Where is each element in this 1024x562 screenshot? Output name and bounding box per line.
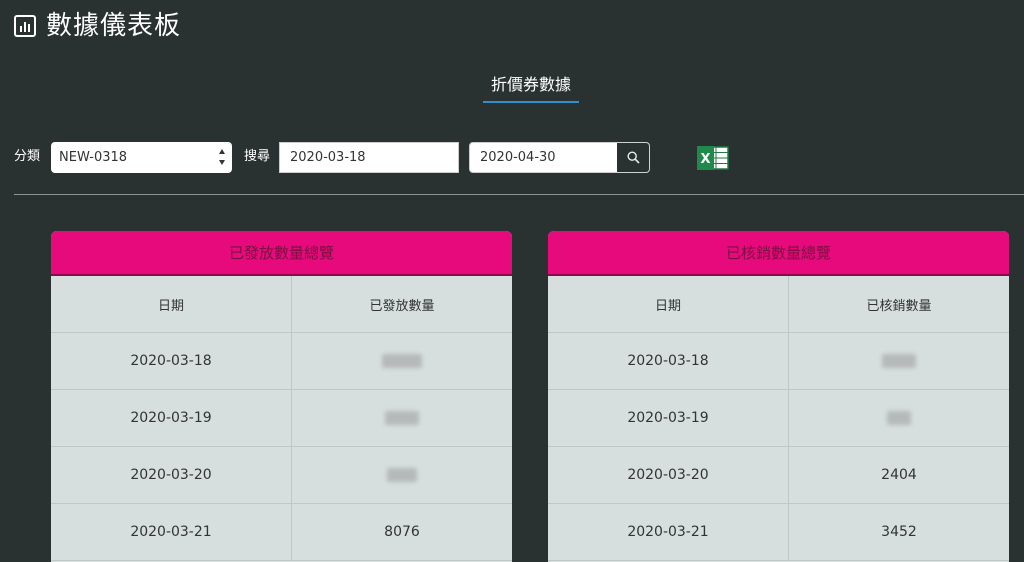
search-icon xyxy=(626,151,640,164)
table-row: 2020-03-21 3452 xyxy=(548,503,1009,561)
date-cell: 2020-03-21 xyxy=(51,503,292,561)
redeemed-table: 日期 已核銷數量 2020-03-18 2020-03-19 2020-03-2… xyxy=(548,276,1009,561)
column-header-date: 日期 xyxy=(548,276,789,333)
date-cell: 2020-03-20 xyxy=(548,446,789,504)
value-cell-redacted xyxy=(291,332,512,390)
filter-divider xyxy=(14,194,1024,195)
redeemed-summary-panel: 已核銷數量總覽 日期 已核銷數量 2020-03-18 2020-03-19 2… xyxy=(548,231,1009,562)
page-header: 數據儀表板 xyxy=(14,8,181,44)
category-label: 分類 xyxy=(14,149,41,164)
value-cell-redacted xyxy=(291,446,512,504)
column-header-redeemed: 已核銷數量 xyxy=(788,276,1009,333)
issued-summary-panel: 已發放數量總覽 日期 已發放數量 2020-03-18 2020-03-19 2… xyxy=(51,231,512,562)
date-cell: 2020-03-19 xyxy=(548,389,789,447)
start-date-input[interactable] xyxy=(279,142,459,173)
date-cell: 2020-03-19 xyxy=(51,389,292,447)
search-label: 搜尋 xyxy=(244,149,271,164)
select-arrows-icon xyxy=(218,149,226,165)
redacted-value xyxy=(882,354,916,368)
search-button[interactable] xyxy=(617,142,650,173)
category-select-value: NEW-0318 xyxy=(59,150,128,165)
excel-export-icon[interactable]: X xyxy=(696,145,730,171)
bar-chart-icon xyxy=(14,15,36,37)
value-cell-redacted xyxy=(788,332,1009,390)
value-cell: 8076 xyxy=(291,503,512,561)
value-cell-redacted xyxy=(788,389,1009,447)
page-title: 數據儀表板 xyxy=(46,11,182,41)
date-cell: 2020-03-21 xyxy=(548,503,789,561)
svg-text:X: X xyxy=(700,152,710,167)
value-cell: 2404 xyxy=(788,446,1009,504)
redacted-value xyxy=(887,411,911,425)
value-cell: 3452 xyxy=(788,503,1009,561)
tab-coupon-data[interactable]: 折價券數據 xyxy=(483,72,579,98)
redacted-value xyxy=(385,411,419,425)
date-cell: 2020-03-20 xyxy=(51,446,292,504)
column-header-issued: 已發放數量 xyxy=(291,276,512,333)
redacted-value xyxy=(382,354,422,368)
issued-table: 日期 已發放數量 2020-03-18 2020-03-19 2020-03-2… xyxy=(51,276,512,561)
active-tab-indicator xyxy=(483,101,579,103)
date-cell: 2020-03-18 xyxy=(51,332,292,390)
table-header-row: 日期 已發放數量 xyxy=(51,276,512,333)
redacted-value xyxy=(387,468,417,482)
redeemed-panel-title: 已核銷數量總覽 xyxy=(548,231,1009,276)
table-row: 2020-03-19 xyxy=(548,389,1009,447)
table-header-row: 日期 已核銷數量 xyxy=(548,276,1009,333)
table-row: 2020-03-18 xyxy=(548,332,1009,390)
column-header-date: 日期 xyxy=(51,276,292,333)
table-row: 2020-03-20 2404 xyxy=(548,446,1009,504)
table-row: 2020-03-21 8076 xyxy=(51,503,512,561)
date-cell: 2020-03-18 xyxy=(548,332,789,390)
table-row: 2020-03-19 xyxy=(51,389,512,447)
end-date-input[interactable] xyxy=(469,142,618,173)
issued-panel-title: 已發放數量總覽 xyxy=(51,231,512,276)
category-select[interactable]: NEW-0318 xyxy=(51,142,232,173)
table-row: 2020-03-18 xyxy=(51,332,512,390)
dashboard-page: 數據儀表板 折價券數據 分類 NEW-0318 搜尋 X 已發放數量總覽 xyxy=(0,0,1024,562)
value-cell-redacted xyxy=(291,389,512,447)
table-row: 2020-03-20 xyxy=(51,446,512,504)
